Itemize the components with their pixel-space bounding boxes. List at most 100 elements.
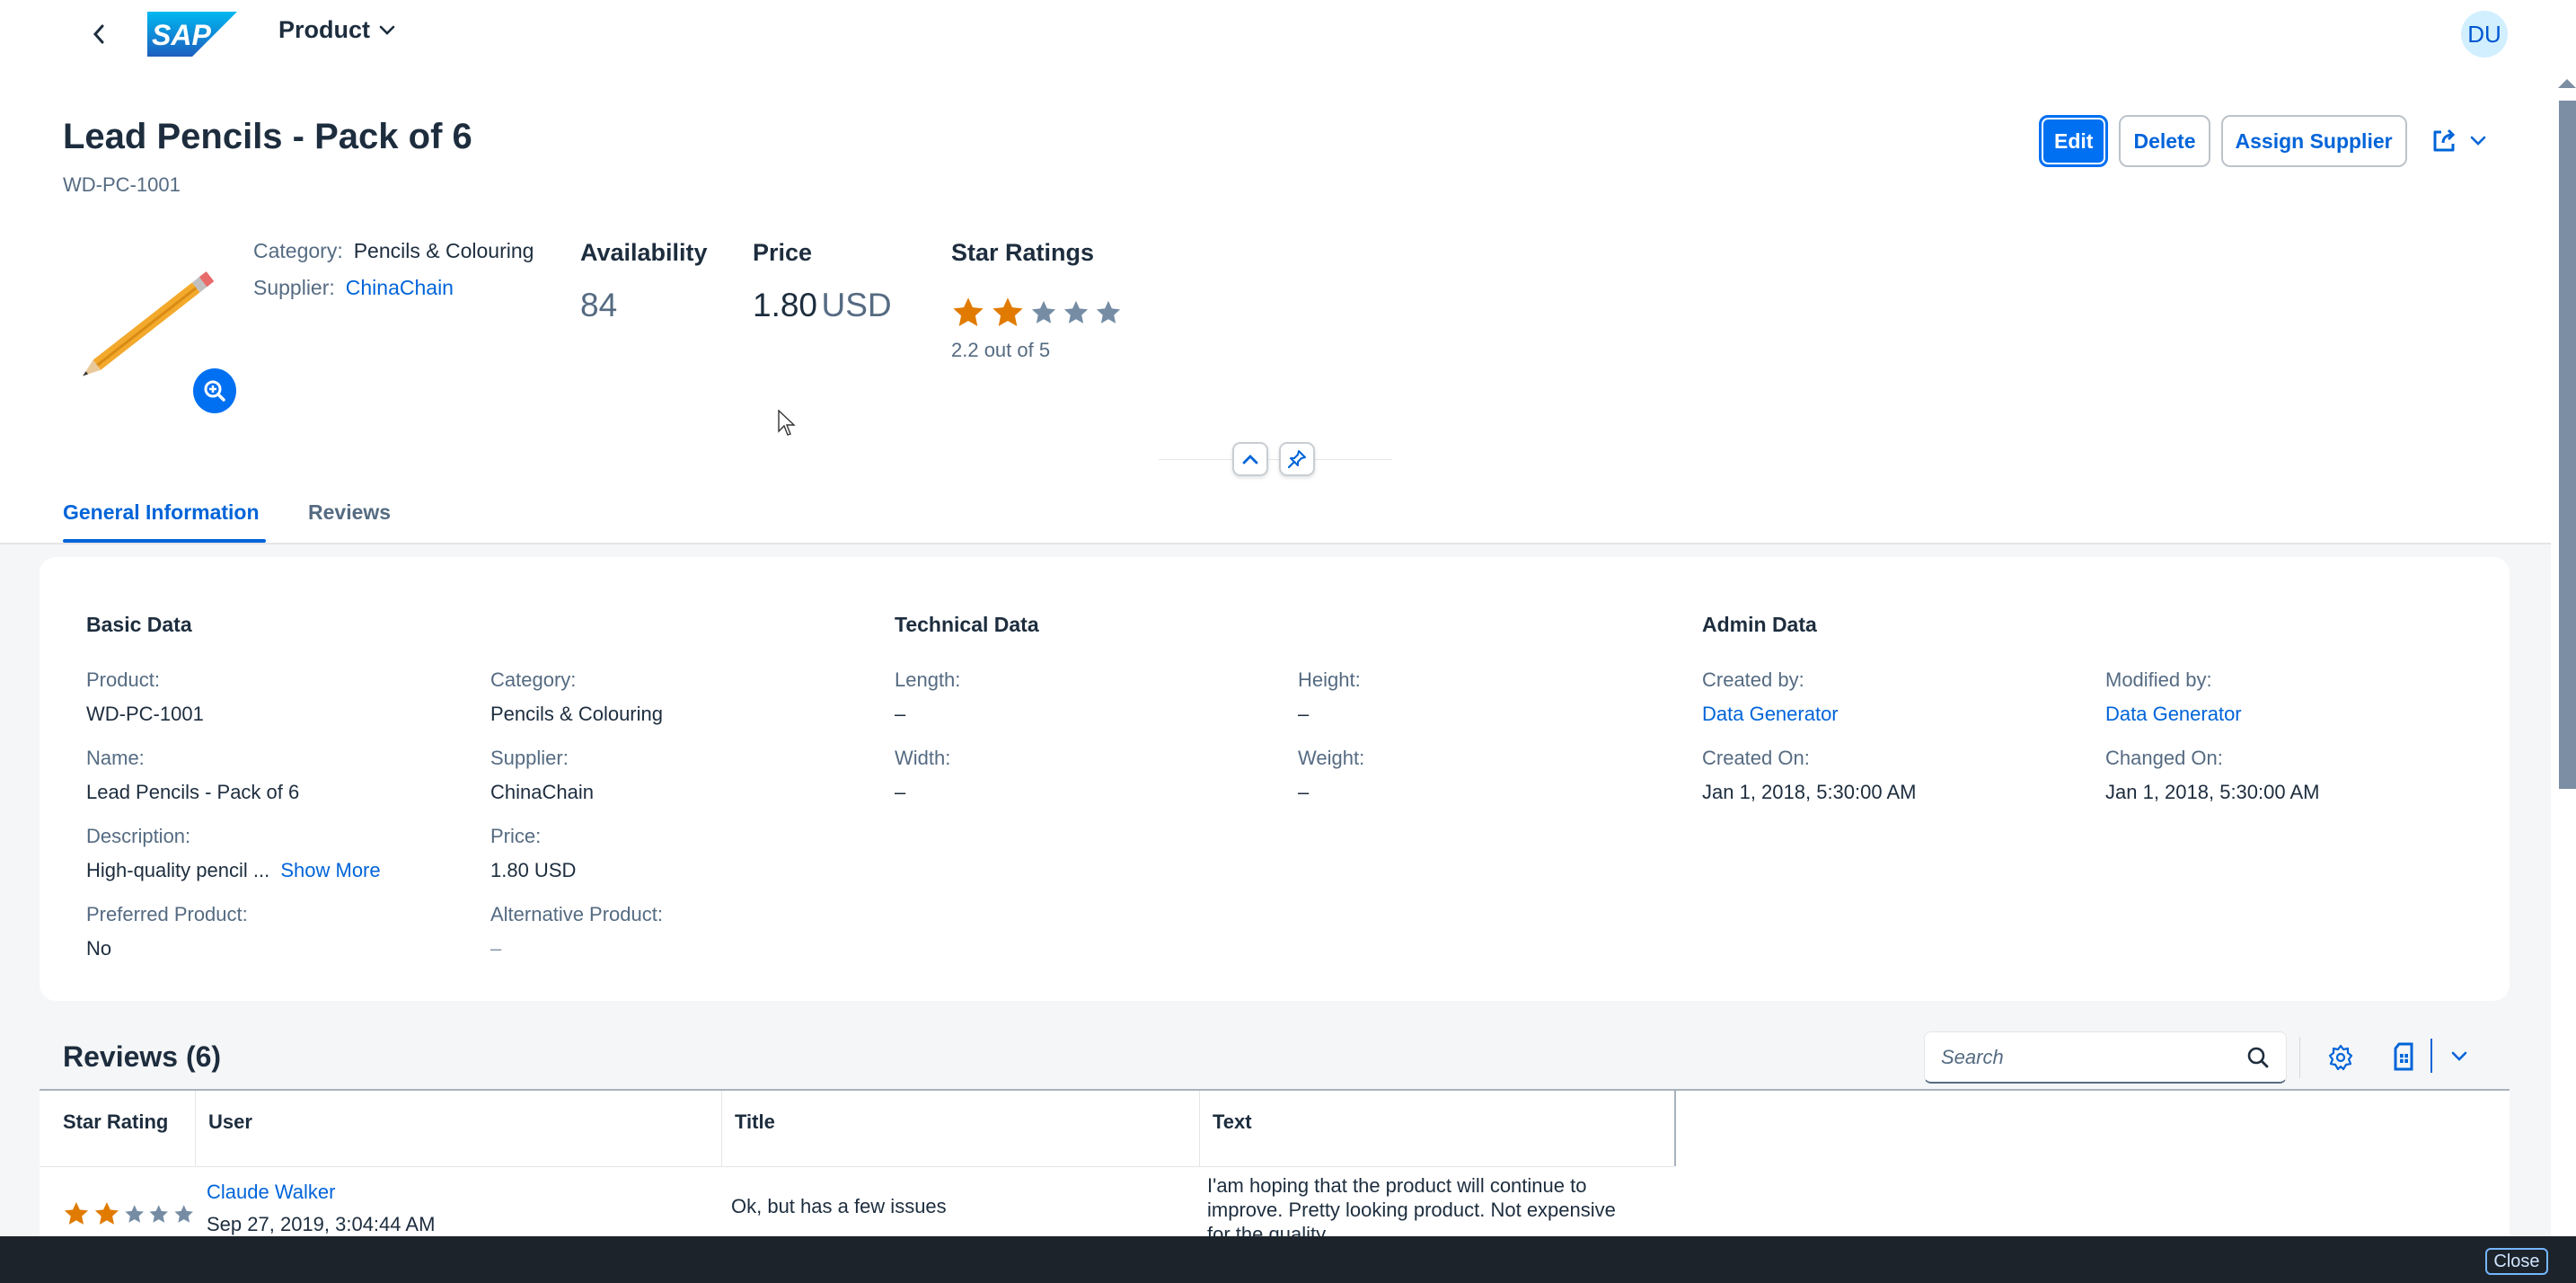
shell-bar: SAP Product DU: [0, 0, 2551, 70]
search-icon[interactable]: [2246, 1046, 2270, 1069]
edit-button[interactable]: Edit: [2039, 115, 2109, 167]
header-actions: Edit Delete Assign Supplier: [2039, 115, 2499, 167]
share-menu-button[interactable]: [2418, 115, 2499, 167]
field-label: Created by:: [1702, 668, 1804, 691]
export-button[interactable]: [2389, 1040, 2416, 1073]
assign-supplier-button[interactable]: Assign Supplier: [2220, 115, 2407, 167]
reviews-search-input[interactable]: [1941, 1045, 2246, 1069]
header-divider: [1159, 459, 1392, 460]
tab-reviews[interactable]: Reviews: [308, 500, 391, 525]
field-price: Price: 1.80 USD: [490, 825, 576, 882]
rating-kpi: Star Ratings 2.2 out of 5: [951, 239, 1122, 362]
product-image[interactable]: [65, 265, 235, 382]
column-header-text[interactable]: Text: [1200, 1091, 1676, 1166]
reviews-search-field[interactable]: [1924, 1031, 2287, 1084]
chevron-down-icon: [379, 25, 395, 35]
tab-general-information[interactable]: General Information: [63, 500, 260, 525]
header-row-separator: [40, 1166, 1674, 1167]
rating-text: 2.2 out of 5: [951, 339, 1051, 361]
star-empty-icon: [125, 1204, 144, 1223]
row-user-link[interactable]: Claude Walker: [207, 1181, 435, 1204]
scrollbar-thumb[interactable]: [2559, 101, 2576, 789]
category-value: Pencils & Colouring: [353, 239, 534, 262]
availability-kpi: Availability 84: [580, 239, 708, 324]
field-value: –: [490, 937, 502, 960]
field-changed-on: Changed On: Jan 1, 2018, 5:30:00 AM: [2105, 747, 2320, 804]
field-label: Description:: [86, 825, 191, 847]
supplier-attribute: Supplier: ChinaChain: [253, 276, 534, 300]
delete-button[interactable]: Delete: [2119, 115, 2210, 167]
created-by-link[interactable]: Data Generator: [1702, 703, 1839, 726]
basic-data-title: Basic Data: [86, 613, 192, 636]
show-more-link[interactable]: Show More: [280, 859, 380, 881]
tab-bar: General Information Reviews: [0, 485, 2551, 544]
table-settings-button[interactable]: [2326, 1042, 2355, 1073]
supplier-link[interactable]: ChinaChain: [346, 276, 454, 300]
bottom-bar: [0, 1236, 2576, 1283]
row-text-line: improve. Pretty looking product. Not exp…: [1207, 1199, 1616, 1221]
rating-indicator: [951, 296, 1122, 330]
star-filled-icon: [94, 1201, 119, 1225]
export-menu-button[interactable]: [2448, 1048, 2470, 1066]
star-empty-icon: [149, 1204, 169, 1223]
column-header-user[interactable]: User: [196, 1091, 722, 1166]
scroll-up-arrow-icon[interactable]: [2558, 79, 2576, 88]
svg-text:SAP: SAP: [152, 19, 211, 51]
row-user-cell: Claude Walker Sep 27, 2019, 3:04:44 AM: [207, 1181, 435, 1236]
row-date: Sep 27, 2019, 3:04:44 AM: [207, 1213, 436, 1235]
field-label: Height:: [1298, 668, 1361, 691]
admin-data-title: Admin Data: [1702, 613, 1817, 636]
field-label: Created On:: [1702, 747, 1810, 769]
pin-icon: [1287, 450, 1306, 469]
field-value: 1.80 USD: [490, 859, 577, 881]
availability-value: 84: [580, 287, 618, 323]
field-label: Length:: [895, 668, 961, 691]
toolbar-separator: [2299, 1037, 2300, 1078]
app-title-menu[interactable]: Product: [278, 16, 395, 44]
pin-header-button[interactable]: [1279, 442, 1315, 476]
field-width: Width: –: [895, 747, 950, 804]
star-empty-icon: [174, 1204, 193, 1223]
field-supplier: Supplier: ChinaChain: [490, 747, 594, 804]
field-height: Height: –: [1298, 668, 1361, 726]
field-value: –: [1298, 781, 1310, 803]
field-value: –: [1298, 703, 1310, 725]
active-tab-indicator: [63, 539, 266, 543]
back-button[interactable]: [83, 18, 115, 50]
field-description: Description: High-quality pencil ... Sho…: [86, 825, 381, 882]
modified-by-link[interactable]: Data Generator: [2105, 703, 2242, 726]
column-header-title[interactable]: Title: [722, 1091, 1200, 1166]
field-value: Lead Pencils - Pack of 6: [86, 781, 300, 803]
export-split-separator: [2430, 1039, 2432, 1073]
sap-logo[interactable]: SAP: [147, 12, 237, 57]
field-label: Price:: [490, 825, 542, 847]
collapse-header-button[interactable]: [1232, 442, 1268, 476]
category-label: Category:: [253, 239, 343, 262]
field-modified-by: Modified by: Data Generator: [2105, 668, 2242, 726]
image-zoom-button[interactable]: [193, 368, 236, 413]
field-alternative-product: Alternative Product: –: [490, 903, 663, 960]
field-value: No: [86, 937, 112, 960]
user-avatar[interactable]: DU: [2461, 11, 2508, 58]
star-filled-icon: [64, 1201, 88, 1225]
field-value: –: [895, 781, 906, 803]
field-label: Product:: [86, 668, 160, 691]
field-label: Modified by:: [2105, 668, 2212, 691]
column-header-star-rating[interactable]: Star Rating: [40, 1091, 196, 1166]
price-unit: USD: [821, 287, 892, 323]
field-label: Name:: [86, 747, 145, 769]
field-value: ChinaChain: [490, 781, 594, 803]
price-value: 1.80: [753, 287, 818, 323]
price-label: Price: [753, 239, 813, 266]
chevron-up-icon: [1242, 455, 1258, 465]
field-created-on: Created On: Jan 1, 2018, 5:30:00 AM: [1702, 747, 1917, 804]
rating-label: Star Ratings: [951, 239, 1095, 266]
close-button[interactable]: Close: [2485, 1248, 2548, 1275]
field-weight: Weight: –: [1298, 747, 1364, 804]
star-empty-icon: [1063, 300, 1089, 323]
row-rating-indicator: [63, 1195, 194, 1233]
app-title: Product: [278, 16, 371, 43]
field-label: Width:: [895, 747, 951, 769]
star-empty-icon: [1096, 300, 1121, 323]
gear-icon: [2328, 1044, 2353, 1071]
